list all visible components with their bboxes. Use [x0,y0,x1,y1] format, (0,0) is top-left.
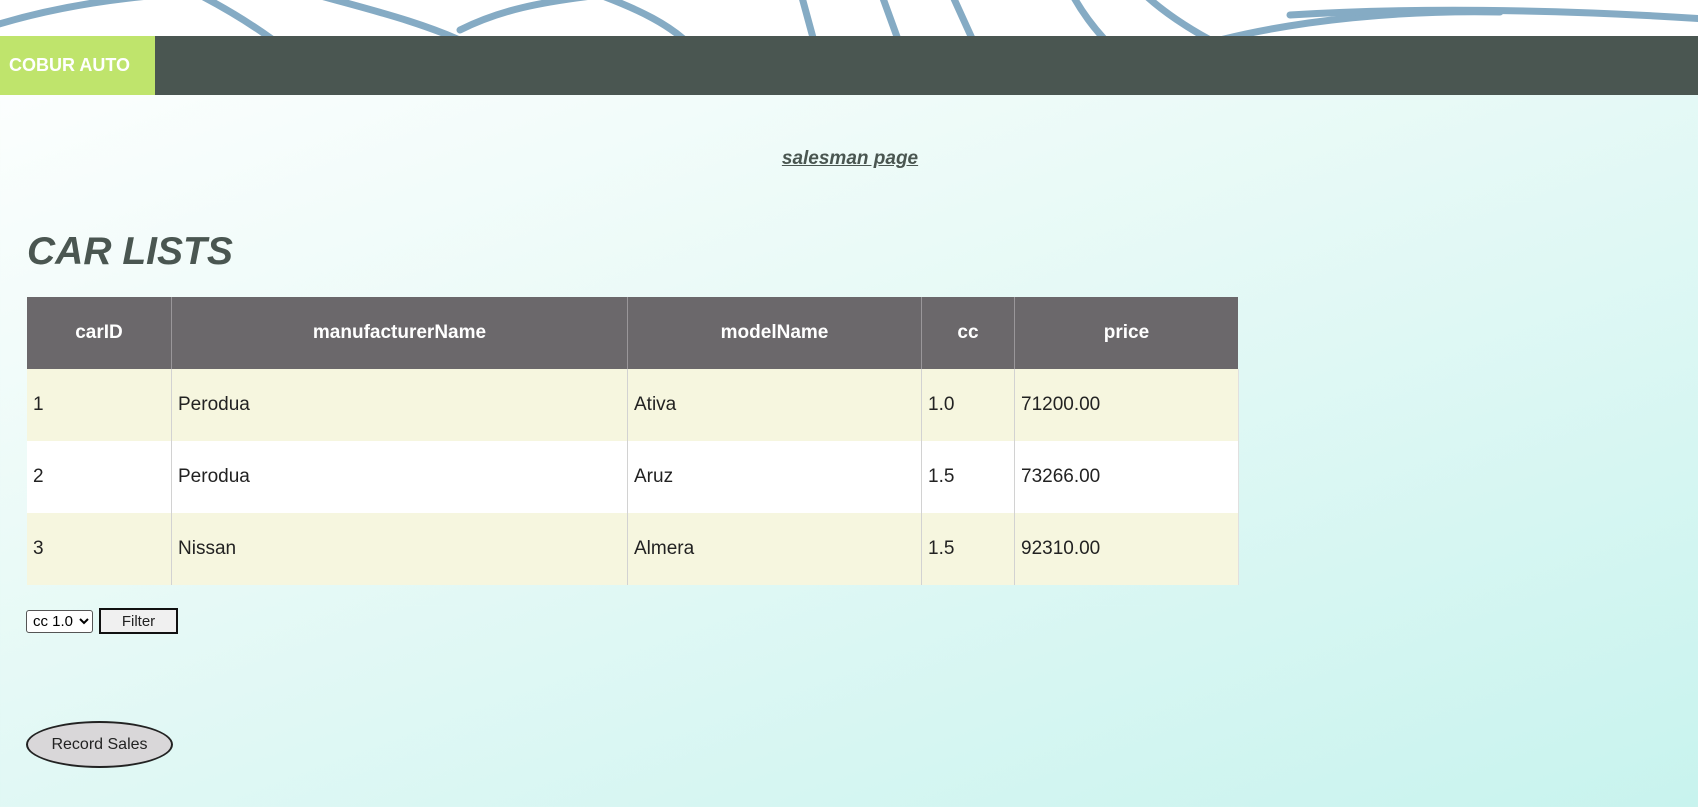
page-title: CAR LISTS [27,230,233,273]
table-row: 2 Perodua Aruz 1.5 73266.00 [27,441,1239,513]
cell-cc: 1.5 [921,513,1015,585]
table-header-row: carID manufacturerName modelName cc pric… [27,297,1238,369]
cell-carid: 2 [27,441,172,513]
filter-button[interactable]: Filter [99,608,178,634]
cc-filter-select[interactable]: cc 1.0 [26,609,93,633]
column-header-carid: carID [27,297,172,369]
table-row: 3 Nissan Almera 1.5 92310.00 [27,513,1239,585]
cell-price: 92310.00 [1014,513,1239,585]
cell-model: Ativa [627,369,922,441]
column-header-manufacturername: manufacturerName [171,297,628,369]
cell-cc: 1.0 [921,369,1015,441]
record-sales-button[interactable]: Record Sales [26,721,173,768]
car-list-table: carID manufacturerName modelName cc pric… [27,297,1239,585]
wave-pattern-graphic [0,0,1698,36]
decorative-wave-banner [0,0,1698,36]
filter-controls: cc 1.0 Filter [26,608,178,634]
cell-carid: 1 [27,369,172,441]
cell-manufacturer: Nissan [171,513,628,585]
column-header-price: price [1014,297,1238,369]
cell-manufacturer: Perodua [171,369,628,441]
cell-cc: 1.5 [921,441,1015,513]
salesman-page-link[interactable]: salesman page [0,148,1698,170]
column-header-modelname: modelName [627,297,922,369]
cell-model: Aruz [627,441,922,513]
brand-logo[interactable]: COBUR AUTO [0,36,155,95]
cell-price: 73266.00 [1014,441,1239,513]
cell-model: Almera [627,513,922,585]
top-navbar: COBUR AUTO [0,36,1698,95]
cell-price: 71200.00 [1014,369,1239,441]
cell-carid: 3 [27,513,172,585]
cell-manufacturer: Perodua [171,441,628,513]
column-header-cc: cc [921,297,1015,369]
table-row: 1 Perodua Ativa 1.0 71200.00 [27,369,1239,441]
